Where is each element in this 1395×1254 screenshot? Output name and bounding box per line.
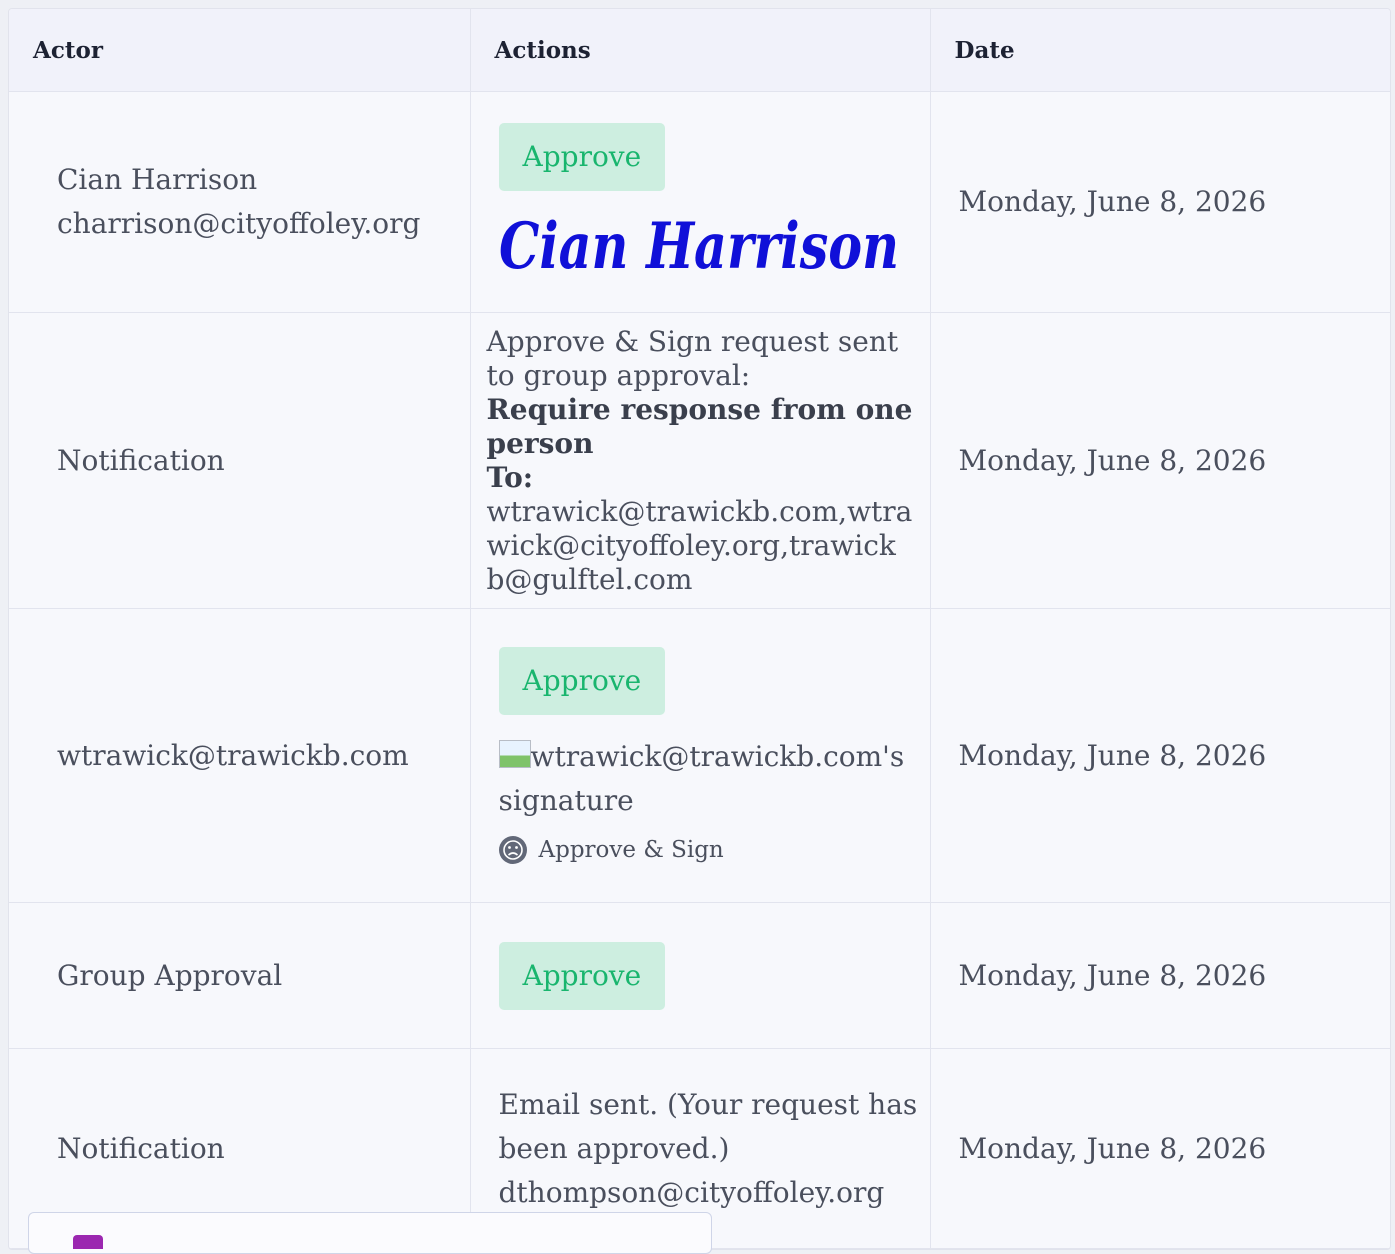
sad-face-icon [498, 835, 527, 864]
table-row: Group Approval Approve Monday, June 8, 2… [9, 902, 1390, 1049]
signature-text: Cian Harrison [499, 211, 899, 281]
date-cell: Monday, June 8, 2026 [930, 1048, 1390, 1249]
actor-email: charrison@cityoffoley.org [57, 207, 421, 240]
notification-to-label: To: [486, 460, 534, 494]
notification-line: Approve & Sign request sent to group app… [486, 324, 899, 392]
notification-details: Approve & Sign request sent to group app… [471, 325, 930, 597]
actor-cell: wtrawick@trawickb.com [9, 608, 471, 903]
date-cell: Monday, June 8, 2026 [930, 902, 1390, 1049]
approve-badge: Approve [498, 123, 666, 191]
approve-sign-text: Approve & Sign [538, 836, 724, 863]
date-cell: Monday, June 8, 2026 [930, 91, 1390, 313]
date-cell: Monday, June 8, 2026 [930, 608, 1390, 903]
actions-cell: Approve wtrawick@trawickb.com's signatur… [470, 608, 931, 903]
table-row: Cian Harrison charrison@cityoffoley.org … [9, 91, 1390, 313]
notification-requirement: Require response from one person [486, 392, 913, 460]
audit-trail-panel: Actor Actions Date Cian Harrison charris… [8, 8, 1391, 1250]
bottom-popup-card[interactable] [28, 1212, 712, 1254]
actions-cell: Approve Cian Harrison [470, 91, 931, 313]
email-sent-details: Email sent. (Your request has been appro… [471, 1083, 930, 1215]
date-cell: Monday, June 8, 2026 [930, 312, 1390, 609]
email-recipient: dthompson@cityoffoley.org [498, 1175, 885, 1209]
actions-cell: Approve & Sign request sent to group app… [470, 312, 931, 609]
table-row: wtrawick@trawickb.com Approve wtrawick@t… [9, 608, 1390, 903]
actor-cell: Cian Harrison charrison@cityoffoley.org [9, 91, 471, 313]
signature-alt-text: wtrawick@trawickb.com's signature [498, 739, 905, 817]
actor-cell: Group Approval [9, 902, 471, 1049]
approve-sign-label-row: Approve & Sign [498, 835, 930, 865]
signature-image: Cian Harrison [499, 211, 899, 281]
header-actor: Actor [9, 9, 471, 92]
table-header-row: Actor Actions Date [9, 9, 1390, 92]
signature-image-broken: wtrawick@trawickb.com's signature [498, 735, 930, 823]
header-actions: Actions [470, 9, 931, 92]
broken-image-icon [498, 739, 531, 768]
actions-cell: Approve [470, 902, 931, 1049]
approve-badge: Approve [498, 941, 666, 1010]
app-icon [73, 1235, 103, 1249]
audit-trail-table: Actor Actions Date Cian Harrison charris… [9, 9, 1390, 1249]
notification-recipients: wtrawick@trawickb.com,wtrawick@cityoffol… [486, 494, 913, 596]
actor-cell: Notification [9, 312, 471, 609]
actor-name: Cian Harrison [57, 163, 258, 196]
header-date: Date [930, 9, 1390, 92]
email-sent-message: Email sent. (Your request has been appro… [498, 1087, 918, 1165]
approve-badge: Approve [498, 646, 666, 715]
table-row: Notification Approve & Sign request sent… [9, 312, 1390, 609]
